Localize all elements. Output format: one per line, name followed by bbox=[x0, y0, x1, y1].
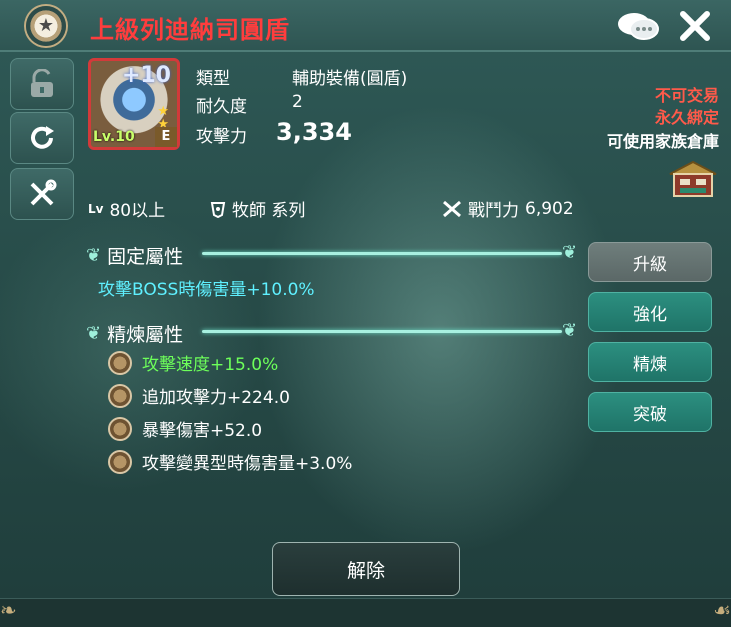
refresh-icon bbox=[31, 126, 54, 149]
combat-power-value: 6,902 bbox=[525, 198, 574, 219]
strengthen-button[interactable]: 強化 bbox=[588, 292, 712, 332]
crossed-swords-icon bbox=[443, 200, 461, 217]
favorite-star-icon[interactable]: ★ bbox=[26, 6, 66, 46]
refine-attr-heading: ❦ 精煉屬性 bbox=[86, 320, 183, 347]
type-value: 輔助裝備(圓盾) bbox=[292, 69, 408, 89]
durability-value: 2 bbox=[292, 92, 303, 112]
release-button[interactable]: 解除 bbox=[272, 542, 460, 596]
level-icon: Lv bbox=[88, 201, 104, 216]
refine-button[interactable]: 精煉 bbox=[588, 342, 712, 382]
class-requirement-value: 牧師 系列 bbox=[232, 201, 306, 221]
chat-bubble-icon[interactable] bbox=[616, 10, 660, 42]
refine-attr-row: 攻擊變異型時傷害量+3.0% bbox=[108, 449, 352, 474]
swirl-ornament-icon: ❦ bbox=[86, 323, 102, 344]
unlock-icon bbox=[31, 69, 53, 97]
level-requirement-value: 80以上 bbox=[109, 201, 166, 221]
refine-attr-row: 追加攻擊力+224.0 bbox=[108, 383, 290, 408]
item-title: 上級列迪納司圓盾 bbox=[90, 16, 290, 44]
refine-attr-text: 攻擊變異型時傷害量+3.0% bbox=[142, 454, 353, 474]
durability-label: 耐久度 bbox=[196, 97, 247, 117]
corner-ornament-icon: ❧ bbox=[0, 598, 17, 622]
close-icon[interactable] bbox=[677, 8, 713, 44]
priest-class-icon bbox=[210, 201, 226, 218]
breakthrough-button[interactable]: 突破 bbox=[588, 392, 712, 432]
bottom-frame bbox=[0, 598, 731, 627]
item-level: Lv.10 bbox=[93, 129, 135, 145]
combat-power: 戰鬥力 6,902 bbox=[442, 196, 574, 221]
attack-label: 攻擊力 bbox=[196, 127, 247, 147]
class-requirement: 牧師 系列 bbox=[210, 196, 305, 221]
enhance-level: +10 bbox=[121, 63, 171, 88]
swirl-ornament-icon: ❦ bbox=[86, 245, 102, 266]
refine-attr-text: 暴擊傷害+52.0 bbox=[142, 421, 263, 441]
refine-attr-text: 追加攻擊力+224.0 bbox=[142, 388, 290, 408]
wrench-screwdriver-icon bbox=[30, 179, 57, 206]
fixed-attr-title: 固定屬性 bbox=[107, 246, 184, 268]
swirl-ornament-icon: ❦ bbox=[562, 242, 578, 263]
tools-button[interactable] bbox=[10, 168, 74, 220]
swirl-ornament-icon: ❦ bbox=[562, 320, 578, 341]
refine-attr-row: 攻擊速度+15.0% bbox=[108, 350, 278, 375]
fixed-attr-divider bbox=[202, 252, 562, 255]
bound-text: 永久綁定 bbox=[654, 108, 719, 127]
refine-attr-title: 精煉屬性 bbox=[107, 324, 184, 346]
refresh-button[interactable] bbox=[10, 112, 74, 164]
refine-attr-divider bbox=[202, 330, 562, 333]
refine-attr-row: 暴擊傷害+52.0 bbox=[108, 416, 262, 441]
level-requirement: Lv 80以上 bbox=[88, 196, 165, 221]
refine-stone-icon bbox=[108, 449, 132, 474]
fixed-attr-value: 攻擊BOSS時傷害量+10.0% bbox=[98, 280, 315, 300]
family-storage-text: 可使用家族倉庫 bbox=[606, 132, 719, 151]
family-storage-icon bbox=[669, 160, 717, 197]
corner-ornament-icon: ☙ bbox=[713, 598, 731, 622]
refine-attr-text: 攻擊速度+15.0% bbox=[142, 355, 279, 375]
unlock-button[interactable] bbox=[10, 58, 74, 110]
item-grade: E bbox=[155, 127, 177, 147]
upgrade-button[interactable]: 升級 bbox=[588, 242, 712, 282]
refine-stone-icon bbox=[108, 383, 132, 408]
refine-stone-icon bbox=[108, 416, 132, 441]
fixed-attr-heading: ❦ 固定屬性 bbox=[86, 242, 183, 269]
refine-stone-icon bbox=[108, 350, 132, 375]
attack-value: 3,334 bbox=[276, 118, 352, 146]
type-label: 類型 bbox=[196, 69, 230, 89]
not-tradable-text: 不可交易 bbox=[654, 86, 719, 105]
item-icon-slot: +10 ★ ★ Lv.10 E bbox=[88, 58, 180, 150]
combat-power-label: 戰鬥力 bbox=[468, 201, 519, 221]
